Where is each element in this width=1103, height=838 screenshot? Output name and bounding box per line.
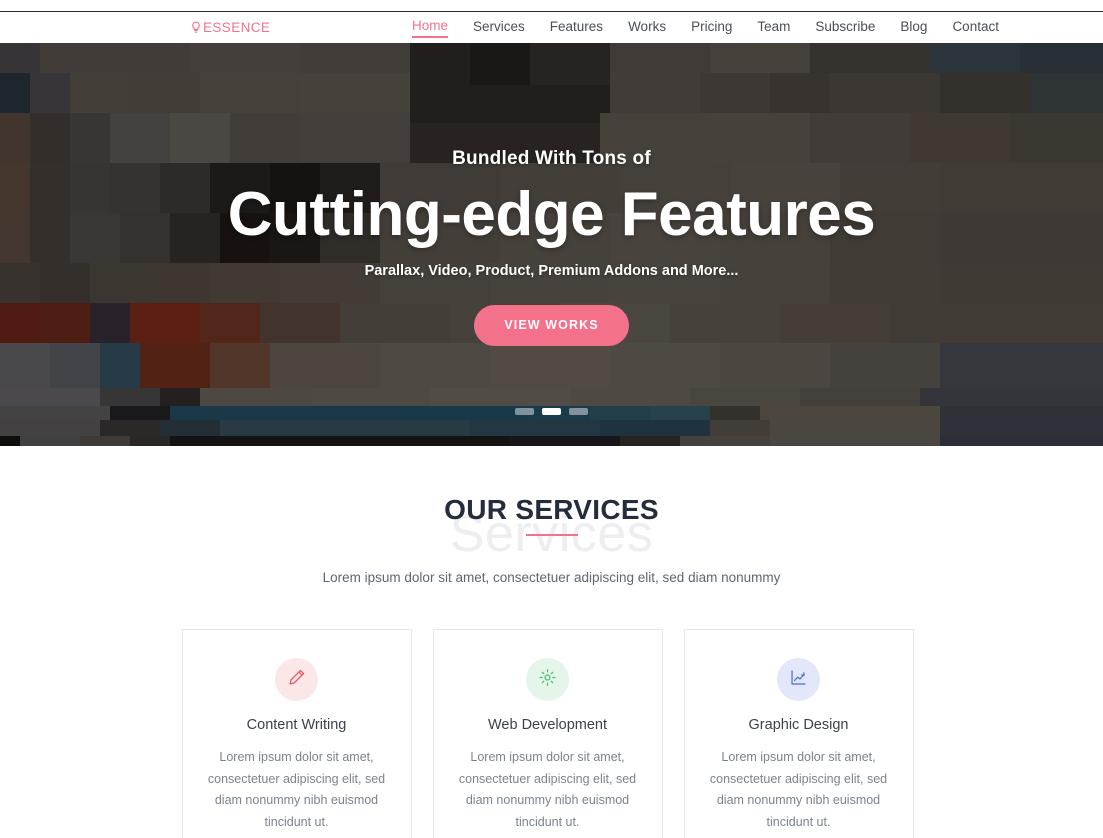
hero-slider: Bundled With Tons of Cutting-edge Featur…: [0, 43, 1103, 446]
services-title: OUR SERVICES: [444, 494, 659, 525]
service-icon-wrapper: [526, 658, 569, 701]
hero-title: Cutting-edge Features: [227, 180, 876, 249]
view-works-button[interactable]: VIEW WORKS: [474, 304, 629, 346]
hero-content: Bundled With Tons of Cutting-edge Featur…: [0, 43, 1103, 346]
service-card-title: Web Development: [487, 717, 608, 733]
service-card-web-development[interactable]: Web Development Lorem ipsum dolor sit am…: [432, 629, 663, 838]
nav-item-pricing: Pricing: [691, 18, 732, 37]
nav-item-blog: Blog: [900, 18, 927, 37]
hero-subtitle: Parallax, Video, Product, Premium Addons…: [364, 262, 739, 279]
nav-item-works: Works: [628, 18, 666, 37]
service-icon-wrapper: [275, 658, 318, 701]
services-section: Services OUR SERVICES Lorem ipsum dolor …: [0, 446, 1103, 838]
services-heading-block: Services OUR SERVICES: [0, 494, 1103, 566]
service-card-graphic-design[interactable]: Graphic Design Lorem ipsum dolor sit ame…: [683, 629, 914, 838]
main-navbar: ESSENCE Home Services Features Works Pri…: [0, 12, 1103, 43]
hero-kicker: Bundled With Tons of: [452, 148, 651, 169]
service-card-title: Graphic Design: [748, 717, 849, 733]
page-top-rule: [0, 0, 1103, 12]
nav-link-blog[interactable]: Blog: [900, 19, 927, 37]
lightbulb-icon: [190, 21, 202, 35]
line-chart-icon: [789, 668, 808, 692]
nav-link-team[interactable]: Team: [757, 19, 790, 37]
hero-slider-dot-3[interactable]: [569, 408, 588, 415]
nav-links: Home Services Features Works Pricing Tea…: [412, 17, 999, 38]
hero-slider-dot-1[interactable]: [515, 408, 534, 415]
nav-item-features: Features: [550, 18, 603, 37]
nav-link-contact[interactable]: Contact: [952, 19, 999, 37]
services-cards-row-1: Content Writing Lorem ipsum dolor sit am…: [181, 629, 922, 838]
service-card-content-writing[interactable]: Content Writing Lorem ipsum dolor sit am…: [181, 629, 412, 838]
hero-slider-dot-2[interactable]: [542, 408, 561, 415]
service-card-text: Lorem ipsum dolor sit amet, consectetuer…: [207, 750, 386, 829]
service-icon-wrapper: [777, 658, 820, 701]
services-cards-container: Content Writing Lorem ipsum dolor sit am…: [181, 629, 922, 838]
nav-item-subscribe: Subscribe: [815, 18, 875, 37]
pencil-icon: [287, 668, 306, 692]
service-card-text: Lorem ipsum dolor sit amet, consectetuer…: [709, 750, 888, 829]
hero-slider-dots: [0, 408, 1103, 415]
service-card-title: Content Writing: [246, 717, 347, 733]
gear-icon: [538, 668, 557, 692]
brand-label: ESSENCE: [203, 20, 271, 35]
nav-link-services[interactable]: Services: [473, 19, 525, 37]
nav-item-contact: Contact: [952, 18, 999, 37]
nav-link-works[interactable]: Works: [628, 19, 666, 37]
services-description: Lorem ipsum dolor sit amet, consectetuer…: [322, 570, 781, 585]
nav-link-features[interactable]: Features: [550, 19, 603, 37]
nav-item-services: Services: [473, 18, 525, 37]
services-title-underline: [525, 534, 578, 536]
brand-logo[interactable]: ESSENCE: [190, 20, 270, 35]
nav-link-pricing[interactable]: Pricing: [691, 19, 732, 37]
nav-link-home[interactable]: Home: [412, 18, 449, 38]
nav-link-subscribe[interactable]: Subscribe: [815, 19, 875, 37]
nav-item-home: Home: [412, 17, 449, 38]
service-card-text: Lorem ipsum dolor sit amet, consectetuer…: [458, 750, 637, 829]
nav-item-team: Team: [757, 18, 790, 37]
